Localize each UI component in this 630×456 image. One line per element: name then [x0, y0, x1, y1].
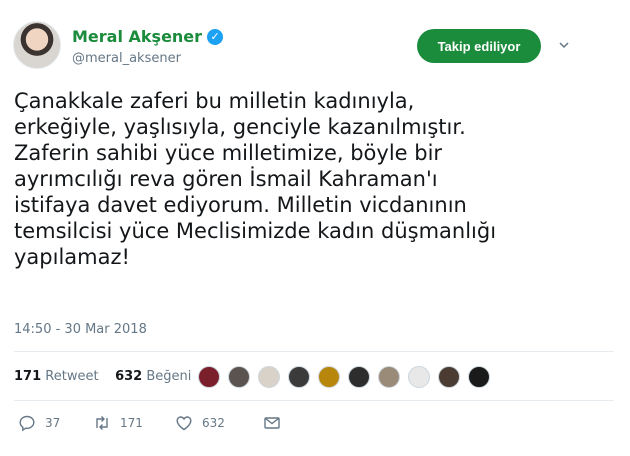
tweet-text-line: Çanakkale zaferi bu milletin kadınıyla,: [14, 89, 415, 113]
envelope-icon: [264, 417, 280, 429]
avatar[interactable]: [13, 21, 61, 69]
author-handle[interactable]: @meral_aksener: [72, 51, 181, 66]
liker-avatar[interactable]: [258, 366, 280, 388]
retweet-button[interactable]: 171: [93, 414, 175, 432]
liker-avatar[interactable]: [468, 366, 490, 388]
tweet-text-line: temsilcisi yüce Meclisimizde kadın düşma…: [14, 219, 497, 243]
tweet-actions: 37 171 632: [18, 412, 281, 434]
like-button[interactable]: 632: [175, 414, 263, 432]
retweet-count: 171: [120, 416, 143, 430]
liker-avatar[interactable]: [438, 366, 460, 388]
reply-icon: [19, 415, 35, 432]
author-name[interactable]: Meral Akşener: [72, 27, 202, 46]
tweet-stats: 171 Retweet 632 Beğeni: [14, 369, 191, 384]
tweet-text-line: istifaya davet ediyorum. Milletin vicdan…: [14, 193, 467, 217]
retweet-icon: [96, 416, 108, 430]
following-button[interactable]: Takip ediliyor: [417, 29, 541, 63]
tweet-text-line: erkeğiyle, yaşlısıyla, genciyle kazanılm…: [14, 115, 466, 139]
retweets-count[interactable]: 171: [14, 369, 41, 384]
liker-avatar[interactable]: [318, 366, 340, 388]
likes-label[interactable]: Beğeni: [146, 369, 191, 384]
direct-message-button[interactable]: [263, 414, 281, 432]
divider: [14, 400, 614, 401]
reply-count: 37: [45, 416, 61, 430]
author-name-row[interactable]: Meral Akşener ✓: [72, 27, 224, 46]
liker-avatar[interactable]: [198, 366, 220, 388]
likers-avatar-list: [198, 366, 498, 388]
chevron-down-icon[interactable]: [559, 40, 569, 50]
liker-avatar[interactable]: [348, 366, 370, 388]
tweet-text-line: yapılamaz!: [14, 245, 130, 269]
liker-avatar[interactable]: [378, 366, 400, 388]
heart-icon: [176, 416, 192, 431]
tweet-timestamp[interactable]: 14:50 - 30 Mar 2018: [14, 322, 147, 337]
tweet-text-line: ayrımcılığı reva gören İsmail Kahraman'ı: [14, 167, 438, 191]
tweet-text: Çanakkale zaferi bu milletin kadınıyla, …: [14, 88, 610, 270]
reply-button[interactable]: 37: [18, 414, 93, 432]
tweet-text-line: Zaferin sahibi yüce milletimize, böyle b…: [14, 141, 443, 165]
liker-avatar[interactable]: [228, 366, 250, 388]
like-count: 632: [202, 416, 225, 430]
likes-count[interactable]: 632: [115, 369, 142, 384]
verified-badge-icon: ✓: [207, 28, 224, 45]
divider: [14, 351, 614, 352]
liker-avatar[interactable]: [408, 366, 430, 388]
liker-avatar[interactable]: [288, 366, 310, 388]
retweets-label[interactable]: Retweet: [45, 369, 98, 384]
